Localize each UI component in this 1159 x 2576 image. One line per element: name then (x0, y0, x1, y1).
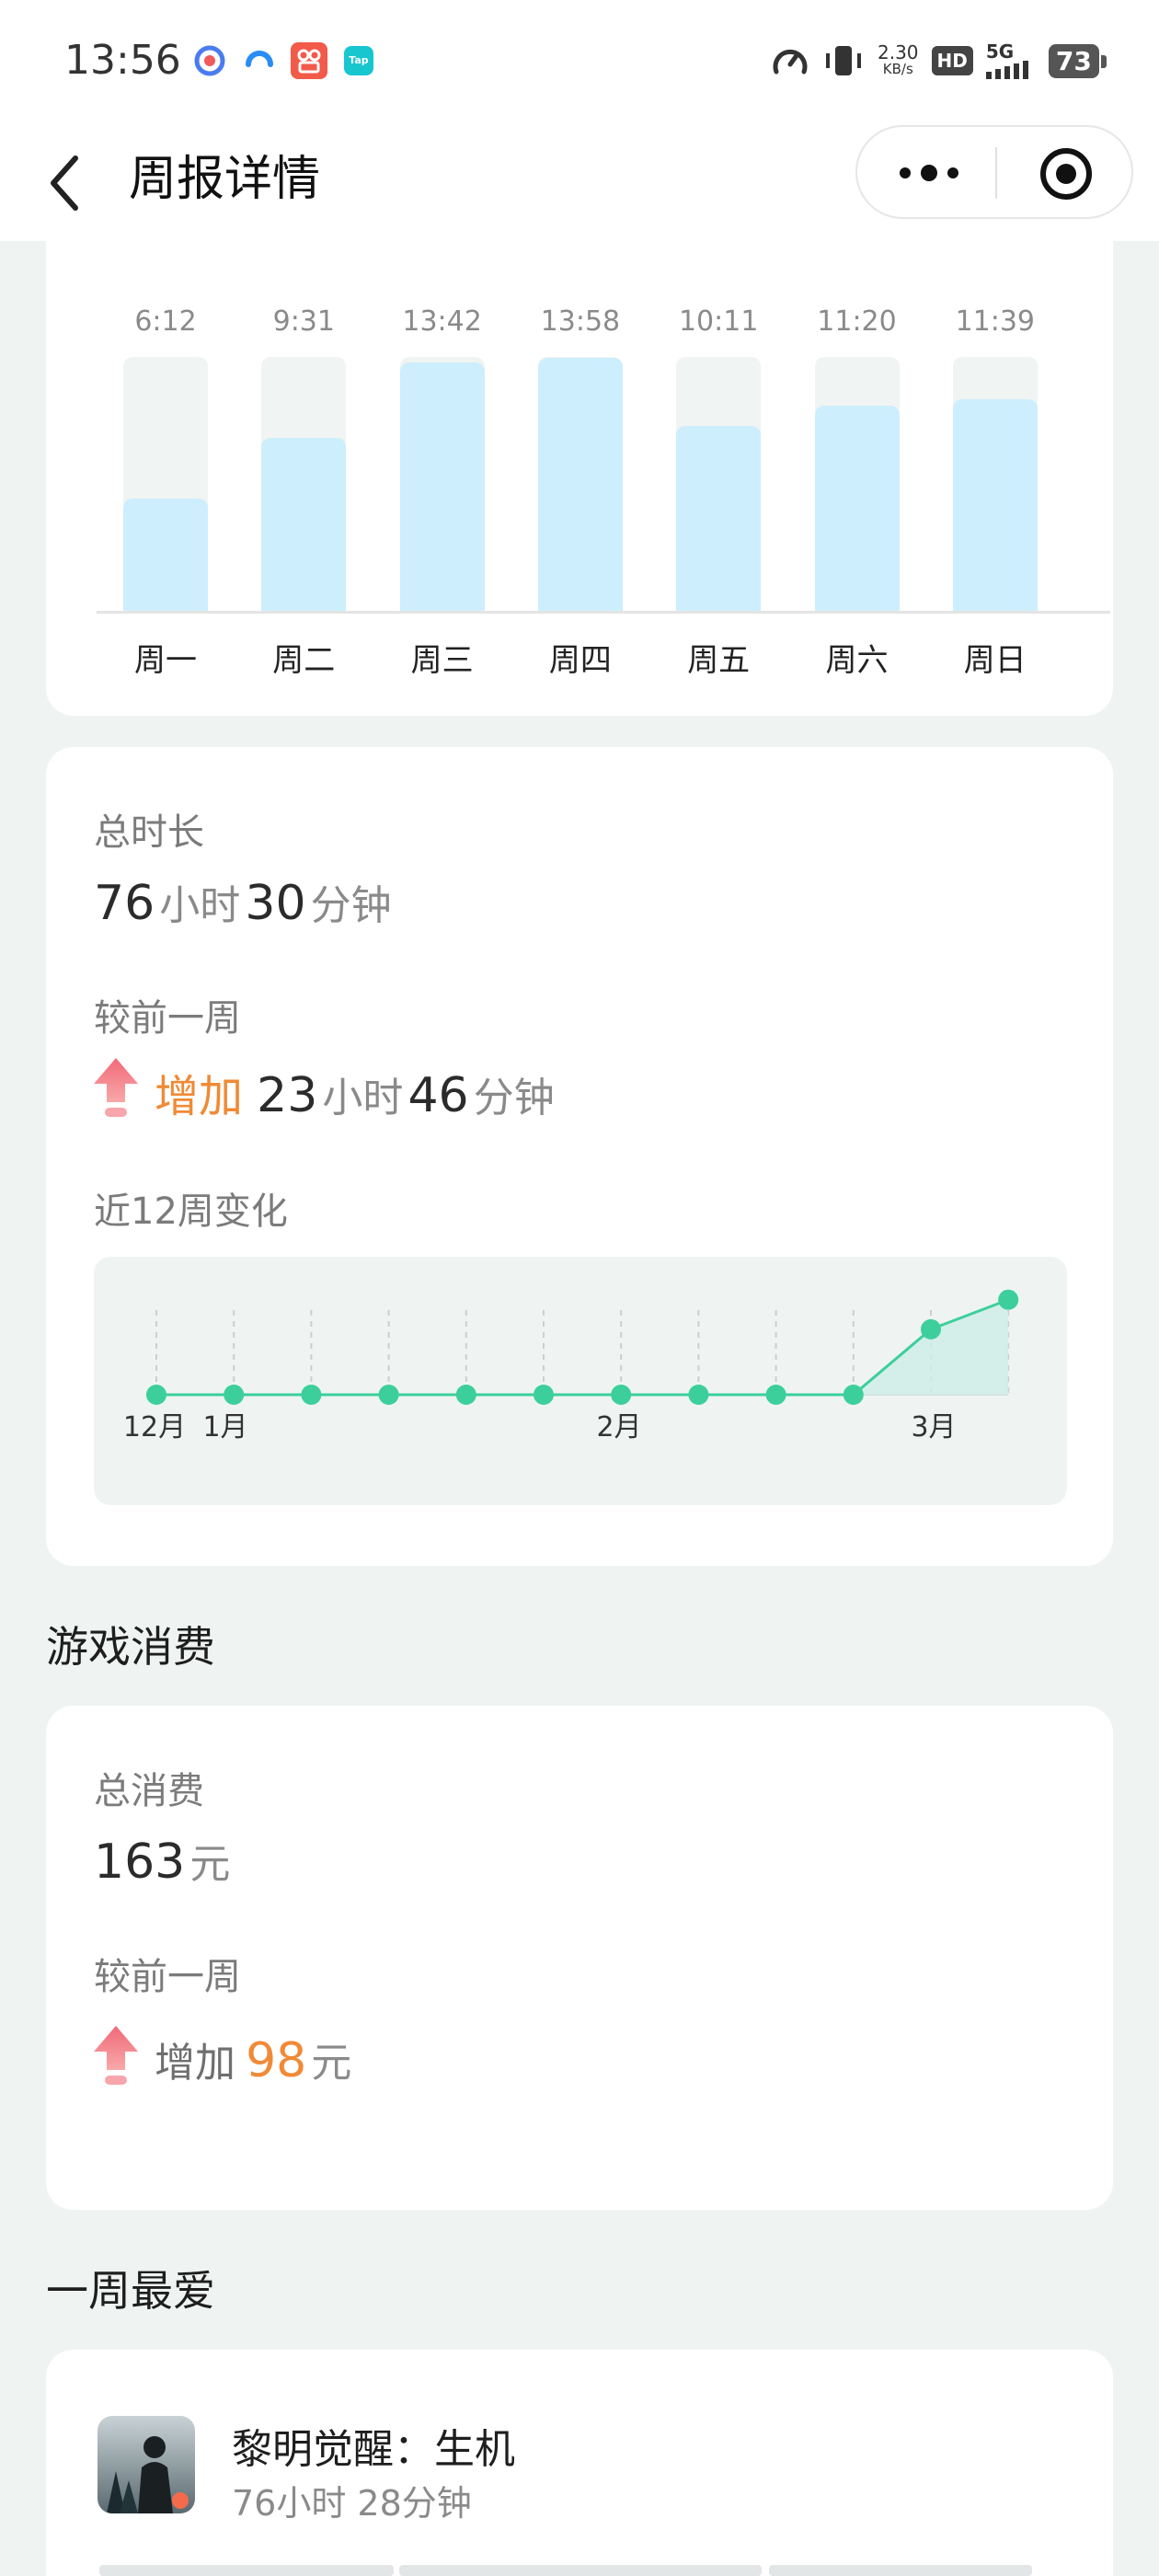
speedometer-icon (773, 50, 808, 75)
browser-app-icon (246, 51, 273, 67)
weather-app-icon (194, 45, 225, 76)
target-circle-icon[interactable] (1038, 145, 1095, 202)
video-app-icon (291, 42, 327, 79)
total-hours: 76 (94, 876, 155, 931)
trend-point (301, 1385, 322, 1405)
bar-time-label: 9:31 (272, 305, 335, 338)
weekly-trend-chart: 12月 1月 2月 3月 (94, 1257, 1067, 1505)
trend-point (378, 1385, 399, 1405)
taptap-app-icon: Tap (344, 46, 373, 75)
change-hours: 23 (257, 1068, 318, 1123)
bar (261, 438, 347, 611)
favorite-card[interactable] (46, 2350, 1113, 2576)
trend-point (998, 1289, 1019, 1310)
bar-time-label: 10:11 (678, 305, 759, 338)
spending-section-title: 游戏消费 (46, 1622, 215, 1672)
bar-time-label: 11:39 (955, 305, 1036, 338)
trend-point (146, 1385, 166, 1405)
tabs-peek (99, 2565, 1032, 2576)
signal-indicator: 5G (985, 40, 1036, 79)
total-minutes: 30 (245, 876, 306, 931)
trend-tick-label: 2月 (596, 1411, 641, 1443)
bar-time-label: 13:42 (402, 305, 482, 338)
hd-badge: HD (931, 46, 973, 75)
spending-unit: 元 (189, 1841, 231, 1888)
bar-time-label: 13:58 (540, 305, 621, 338)
net-speed: 2.30 KB/s (878, 41, 919, 77)
trend-point (534, 1385, 554, 1405)
trend-point (224, 1385, 245, 1405)
signal-bars-icon (985, 61, 1028, 79)
trend-point (611, 1385, 632, 1405)
spending-change-word: 增加 (155, 2040, 235, 2087)
favorite-game-time: 76小时 28分钟 (232, 2483, 472, 2524)
change-minutes-unit: 分钟 (473, 1075, 555, 1121)
battery-level: 73 (1048, 43, 1107, 78)
spending-change-value: 增加 98 元 (155, 2030, 351, 2088)
change-minutes: 46 (407, 1068, 469, 1123)
bar-time-label: 6:12 (134, 305, 197, 338)
duration-change-value: 增加 23 小时 46 分钟 (155, 1060, 555, 1124)
bar-time-label: 11:20 (817, 305, 897, 338)
spending-change-amount: 98 (246, 2033, 307, 2088)
trend-tick-label: 3月 (911, 1411, 956, 1443)
status-bar: 13:56 Tap 2.30 KB/s HD 5G 73 (0, 0, 1159, 121)
up-arrow-icon (94, 1058, 138, 1117)
status-time: 13:56 (64, 37, 181, 84)
bar (676, 426, 762, 611)
trend-tick-label: 1月 (202, 1411, 247, 1443)
total-duration-value: 76 小时 30 分钟 (94, 872, 392, 931)
trend-svg: 12月 1月 2月 3月 (123, 1289, 1019, 1443)
more-dots-icon[interactable] (892, 153, 966, 193)
bar-day-label: 周日 (963, 642, 1027, 679)
trend-point (455, 1385, 476, 1405)
favorite-section-title: 一周最爱 (46, 2266, 215, 2316)
compare-week-label: 较前一周 (94, 997, 241, 1040)
network-type: 5G (985, 40, 1015, 63)
net-speed-value: 2.30 (878, 41, 919, 63)
total-spending-label: 总消费 (94, 1770, 204, 1812)
trend-point (843, 1385, 864, 1405)
bar-day-label: 周一 (134, 642, 197, 679)
duration-change-word: 增加 (155, 1071, 244, 1122)
up-arrow-icon (94, 2026, 138, 2085)
trend-point (688, 1385, 709, 1405)
game-icon (98, 2416, 195, 2513)
bar-day-label: 周四 (548, 642, 612, 679)
bar (537, 358, 623, 611)
chart-baseline (97, 611, 1110, 614)
trend-tick-label: 12月 (123, 1411, 186, 1443)
bar (123, 499, 208, 611)
total-duration-label: 总时长 (94, 811, 204, 854)
change-hours-unit: 小时 (322, 1075, 404, 1121)
bar-day-label: 周五 (687, 642, 751, 679)
bar-day-label: 周六 (825, 642, 889, 679)
trend-point (765, 1385, 786, 1405)
spending-amount: 163 (94, 1834, 186, 1890)
daily-chart-card: 6:12 周一 9:31 周二 13:42 周三 13:58 周四 10:11 周五 11:20 周六… (46, 241, 1113, 716)
total-spending-value: 163 元 (94, 1831, 230, 1890)
vibrate-icon (826, 46, 861, 75)
status-indicators: 2.30 KB/s HD 5G 73 (771, 40, 1107, 81)
favorite-game-name: 黎明觉醒：生机 (232, 2426, 515, 2473)
chevron-left-icon[interactable] (42, 151, 94, 215)
total-hours-unit: 小时 (159, 882, 241, 929)
bar-day-label: 周二 (272, 642, 336, 679)
bar (399, 362, 485, 611)
spending-card: 总消费 163 元 较前一周 增加 98 元 (46, 1706, 1113, 2210)
total-minutes-unit: 分钟 (310, 882, 392, 929)
bar-day-label: 周三 (410, 642, 474, 679)
bar (952, 399, 1038, 611)
net-speed-unit: KB/s (882, 61, 913, 77)
spending-change-unit: 元 (311, 2040, 352, 2087)
capsule-divider (995, 147, 997, 199)
bar (814, 406, 900, 611)
trend-point (921, 1318, 941, 1340)
page-title: 周报详情 (129, 152, 321, 207)
spending-compare-label: 较前一周 (94, 1956, 241, 1998)
trend-label: 近12周变化 (94, 1190, 288, 1233)
mini-program-capsule (855, 125, 1133, 219)
